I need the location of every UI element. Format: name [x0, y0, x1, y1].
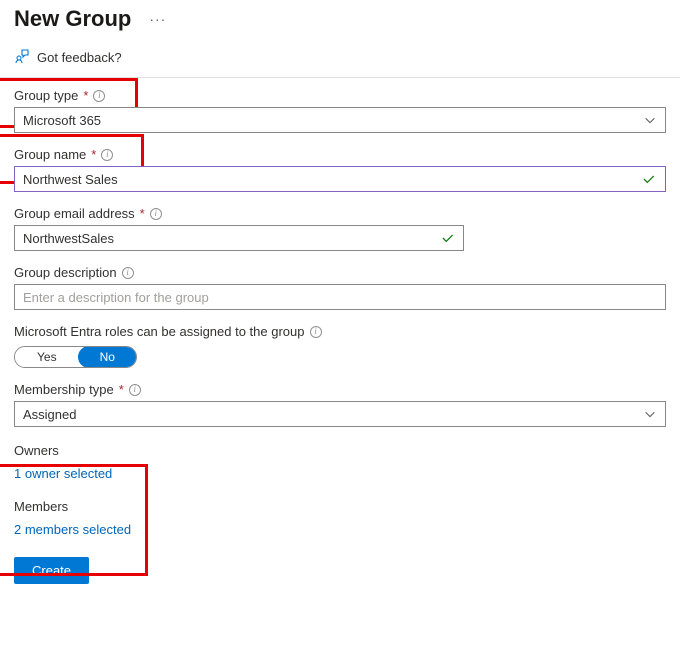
- label-group-description: Group description i: [14, 265, 666, 280]
- owners-selected-link[interactable]: 1 owner selected: [14, 466, 666, 481]
- group-name-input-wrap: [14, 166, 666, 192]
- select-value: Microsoft 365: [23, 113, 643, 128]
- info-icon[interactable]: i: [122, 267, 134, 279]
- field-group-email: Group email address * i: [14, 206, 666, 251]
- group-email-input[interactable]: [23, 231, 440, 246]
- select-value: Assigned: [23, 407, 643, 422]
- group-description-input-wrap: [14, 284, 666, 310]
- group-type-select[interactable]: Microsoft 365: [14, 107, 666, 133]
- label-roles-assign: Microsoft Entra roles can be assigned to…: [14, 324, 666, 339]
- owners-label: Owners: [14, 443, 666, 458]
- owners-section: Owners 1 owner selected: [14, 441, 666, 481]
- field-group-name: Group name * i: [14, 147, 666, 192]
- toggle-yes[interactable]: Yes: [15, 347, 79, 367]
- group-email-input-wrap: [14, 225, 464, 251]
- label-membership-type: Membership type * i: [14, 382, 666, 397]
- info-icon[interactable]: i: [93, 90, 105, 102]
- info-icon[interactable]: i: [101, 149, 113, 161]
- person-feedback-icon: [14, 48, 30, 67]
- label-text: Group email address: [14, 206, 135, 221]
- feedback-bar: Got feedback?: [0, 42, 680, 73]
- members-label: Members: [14, 499, 666, 514]
- required-marker: *: [91, 147, 96, 162]
- label-text: Group type: [14, 88, 78, 103]
- page-header: New Group ···: [0, 0, 680, 42]
- check-icon: [641, 171, 657, 187]
- new-group-form: Group type * i Microsoft 365 Group name …: [0, 78, 680, 584]
- members-section: Members 2 members selected: [14, 497, 666, 537]
- field-membership-type: Membership type * i Assigned: [14, 382, 666, 427]
- group-name-input[interactable]: [23, 172, 641, 187]
- label-group-type: Group type * i: [14, 88, 666, 103]
- membership-type-select[interactable]: Assigned: [14, 401, 666, 427]
- page-title: New Group: [14, 6, 131, 32]
- info-icon[interactable]: i: [150, 208, 162, 220]
- info-icon[interactable]: i: [129, 384, 141, 396]
- required-marker: *: [119, 382, 124, 397]
- feedback-link[interactable]: Got feedback?: [37, 50, 122, 65]
- label-group-email: Group email address * i: [14, 206, 666, 221]
- group-description-input[interactable]: [23, 290, 657, 305]
- chevron-down-icon: [643, 407, 657, 421]
- check-icon: [440, 230, 455, 246]
- create-button[interactable]: Create: [14, 557, 89, 584]
- label-group-name: Group name * i: [14, 147, 666, 162]
- label-text: Group description: [14, 265, 117, 280]
- field-group-description: Group description i: [14, 265, 666, 310]
- roles-toggle: Yes No: [14, 346, 137, 368]
- required-marker: *: [140, 206, 145, 221]
- chevron-down-icon: [643, 113, 657, 127]
- more-button[interactable]: ···: [145, 7, 170, 31]
- toggle-no[interactable]: No: [78, 346, 137, 368]
- field-group-type: Group type * i Microsoft 365: [14, 88, 666, 133]
- members-selected-link[interactable]: 2 members selected: [14, 522, 666, 537]
- info-icon[interactable]: i: [310, 326, 322, 338]
- required-marker: *: [83, 88, 88, 103]
- label-text: Microsoft Entra roles can be assigned to…: [14, 324, 305, 339]
- label-text: Membership type: [14, 382, 114, 397]
- field-roles-assign: Microsoft Entra roles can be assigned to…: [14, 324, 666, 368]
- label-text: Group name: [14, 147, 86, 162]
